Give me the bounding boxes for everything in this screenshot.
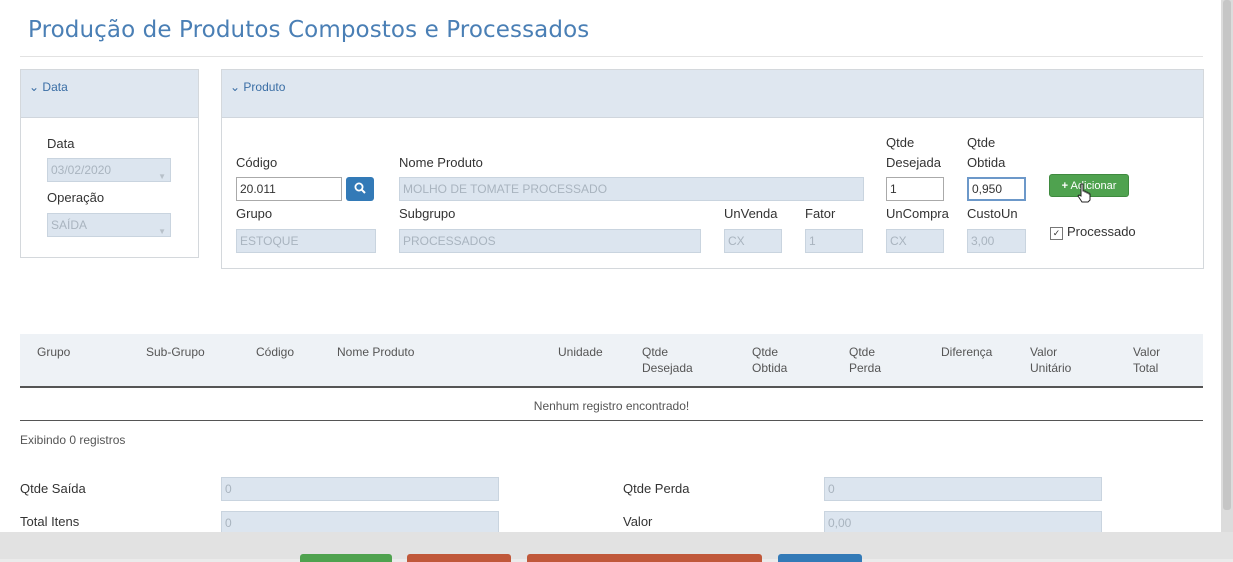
- search-button[interactable]: [346, 177, 374, 201]
- col-grupo[interactable]: Grupo: [37, 344, 70, 360]
- qtde-desejada-label-2: Desejada: [886, 155, 941, 170]
- uncompra-label: UnCompra: [886, 206, 949, 221]
- nome-produto-label: Nome Produto: [399, 155, 483, 170]
- qtde-saida-field: 0: [221, 477, 499, 501]
- col-qtde-desejada[interactable]: Qtde Desejada: [642, 344, 693, 376]
- product-panel-title: Produto: [243, 80, 286, 94]
- bottom-button-1[interactable]: [300, 554, 392, 562]
- qtde-perda-label: Qtde Perda: [623, 481, 690, 496]
- qtde-desejada-input[interactable]: 1: [886, 177, 944, 201]
- qtde-obtida-label-2: Obtida: [967, 155, 1006, 170]
- grupo-label: Grupo: [236, 206, 273, 221]
- operation-select[interactable]: SAÍDA ▼: [47, 213, 171, 237]
- date-value: 03/02/2020: [51, 163, 112, 177]
- grid-header: Grupo Sub-Grupo Código Nome Produto Unid…: [20, 334, 1203, 388]
- fator-label: Fator: [805, 206, 836, 221]
- hand-cursor-icon: [1077, 183, 1091, 203]
- codigo-label: Código: [236, 155, 278, 170]
- grupo-field: ESTOQUE: [236, 229, 376, 253]
- qtde-saida-label: Qtde Saída: [20, 481, 86, 496]
- qtde-perda-field: 0: [824, 477, 1102, 501]
- bottom-button-4[interactable]: [778, 554, 862, 562]
- valor-label: Valor: [623, 514, 653, 529]
- col-diferenca[interactable]: Diferença: [941, 344, 992, 360]
- operation-label: Operação: [47, 190, 105, 205]
- processado-checkbox[interactable]: ✓: [1050, 227, 1063, 240]
- col-valor-unitario[interactable]: Valor Unitário: [1030, 344, 1071, 376]
- col-qtde-obtida[interactable]: Qtde Obtida: [752, 344, 787, 376]
- bottom-button-2[interactable]: [407, 554, 511, 562]
- col-unidade[interactable]: Unidade: [558, 344, 603, 360]
- qtde-desejada-label-1: Qtde: [886, 135, 915, 150]
- fator-field: 1: [805, 229, 863, 253]
- col-qtde-perda[interactable]: Qtde Perda: [849, 344, 881, 376]
- qtde-obtida-label-1: Qtde: [967, 135, 996, 150]
- data-panel-header[interactable]: ⌄ Data: [21, 70, 198, 118]
- data-panel-title: Data: [42, 80, 68, 94]
- bottom-button-3[interactable]: [527, 554, 762, 562]
- col-valor-total[interactable]: Valor Total: [1133, 344, 1160, 376]
- chevron-down-icon: ⌄: [230, 80, 241, 94]
- vertical-scrollbar[interactable]: [1221, 0, 1233, 559]
- data-panel: ⌄ Data Data 03/02/2020 ▼ Operação SAÍDA …: [20, 69, 199, 258]
- unvenda-label: UnVenda: [724, 206, 778, 221]
- custoun-field: 3,00: [967, 229, 1026, 253]
- scrollbar-thumb[interactable]: [1223, 0, 1231, 510]
- codigo-input[interactable]: 20.011: [236, 177, 342, 201]
- checkmark-icon: ✓: [1052, 228, 1061, 238]
- search-icon: [354, 181, 366, 196]
- dropdown-arrow-icon: ▼: [158, 227, 166, 236]
- nome-produto-field: MOLHO DE TOMATE PROCESSADO: [399, 177, 864, 201]
- qtde-obtida-input[interactable]: 0,950: [967, 177, 1026, 201]
- page-title: Produção de Produtos Compostos e Process…: [28, 17, 590, 43]
- subgrupo-field: PROCESSADOS: [399, 229, 701, 253]
- col-sub-grupo[interactable]: Sub-Grupo: [146, 344, 205, 360]
- title-divider: [20, 56, 1203, 57]
- operation-value: SAÍDA: [51, 218, 88, 232]
- record-count: Exibindo 0 registros: [20, 433, 126, 447]
- dropdown-arrow-icon: ▼: [158, 172, 166, 181]
- col-nome-produto[interactable]: Nome Produto: [337, 344, 414, 360]
- custoun-label: CustoUn: [967, 206, 1018, 221]
- processado-label: Processado: [1067, 224, 1136, 239]
- col-codigo[interactable]: Código: [256, 344, 294, 360]
- date-field[interactable]: 03/02/2020 ▼: [47, 158, 171, 182]
- subgrupo-label: Subgrupo: [399, 206, 456, 221]
- product-panel-header[interactable]: ⌄ Produto: [222, 70, 1203, 118]
- unvenda-field: CX: [724, 229, 782, 253]
- grid-empty-message: Nenhum registro encontrado!: [20, 393, 1203, 421]
- chevron-down-icon: ⌄: [29, 80, 40, 94]
- page: Produção de Produtos Compostos e Process…: [0, 0, 1221, 559]
- date-label: Data: [47, 136, 75, 151]
- uncompra-field: CX: [886, 229, 944, 253]
- total-itens-label: Total Itens: [20, 514, 80, 529]
- plus-icon: +: [1061, 180, 1069, 192]
